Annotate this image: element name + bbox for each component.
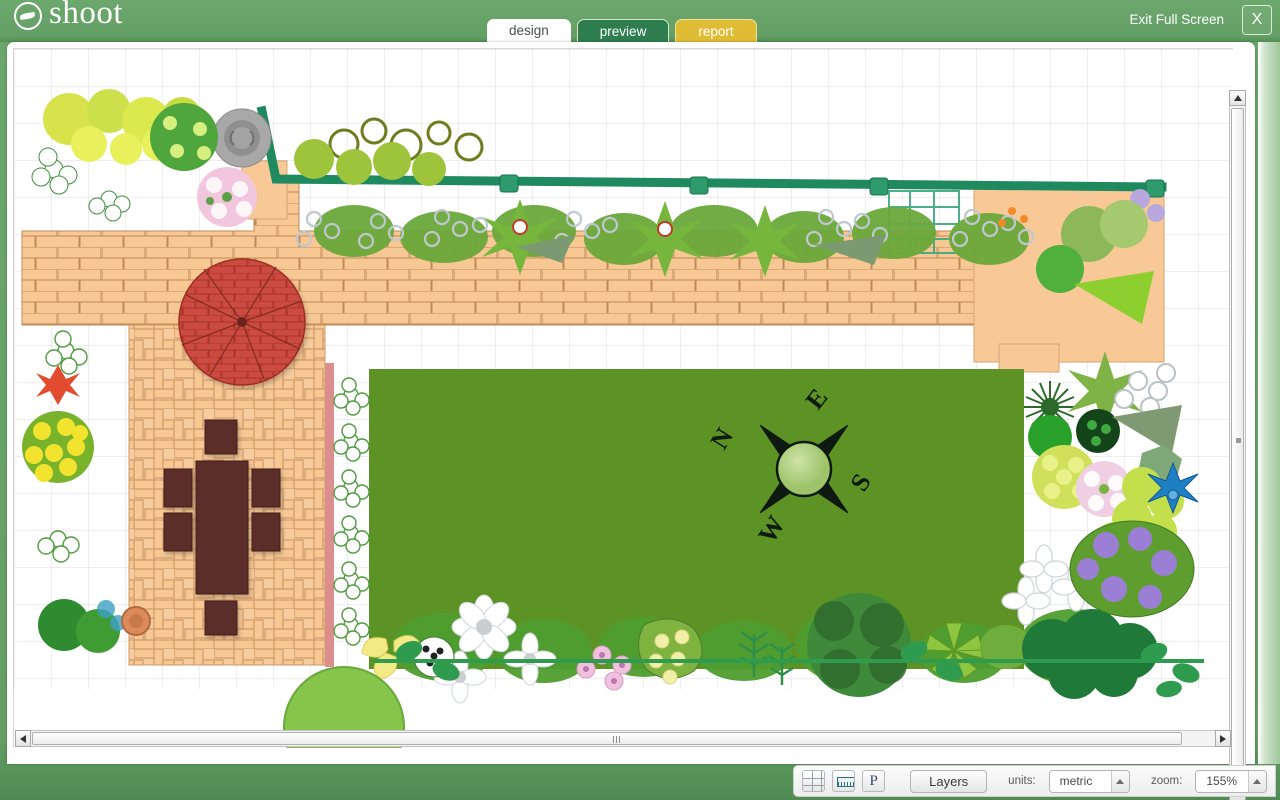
units-dropdown-arrow-icon[interactable] (1111, 771, 1129, 792)
plant-yellow-ball-mass (22, 411, 94, 483)
plant-pink-hydrangea (197, 167, 257, 227)
leaf-circle-icon (14, 2, 42, 30)
bottom-toolbar: P Layers units: metric zoom: 155% (793, 765, 1276, 797)
vertical-scrollbar[interactable] (1229, 90, 1246, 800)
horizontal-scroll-thumb[interactable] (32, 732, 1182, 745)
vertical-scroll-thumb[interactable] (1231, 108, 1244, 768)
scroll-right-button[interactable] (1215, 730, 1231, 747)
tab-report[interactable]: report (675, 19, 756, 42)
tab-design[interactable]: design (487, 19, 571, 42)
plant-label-icon[interactable]: P (862, 770, 885, 792)
plant-purple-mound (1070, 521, 1194, 617)
tab-preview[interactable]: preview (577, 19, 670, 42)
design-panel: N E S W (7, 42, 1255, 764)
scroll-up-button[interactable] (1229, 90, 1246, 106)
zoom-dropdown[interactable]: 155% (1195, 770, 1267, 793)
application-window: shoot design preview report Exit Full Sc… (0, 0, 1280, 800)
exit-fullscreen-button[interactable]: Exit Full Screen (1129, 9, 1224, 31)
plan-viewport[interactable]: N E S W (13, 48, 1233, 748)
horizontal-scrollbar[interactable] (15, 730, 1231, 747)
zoom-label: zoom: (1151, 775, 1182, 787)
plant-dark-spiky (1076, 409, 1120, 453)
units-label: units: (1008, 775, 1036, 787)
plant-dark-green-sw (38, 599, 126, 653)
layers-button[interactable]: Layers (910, 770, 987, 793)
hedge-strip (325, 363, 334, 667)
logo-text: shoot (49, 0, 123, 30)
zoom-dropdown-arrow-icon[interactable] (1248, 771, 1266, 792)
units-value: metric (1050, 771, 1111, 792)
garden-plan-canvas[interactable]: N E S W (14, 49, 1233, 748)
tab-bar: design preview report (487, 19, 757, 42)
scroll-left-button[interactable] (15, 730, 31, 747)
grid-icon[interactable] (802, 770, 825, 792)
red-maple-canopy (179, 259, 305, 385)
app-header: shoot design preview report Exit Full Sc… (0, 0, 1280, 42)
app-logo[interactable]: shoot (14, 1, 123, 30)
units-dropdown[interactable]: metric (1049, 770, 1130, 793)
plant-dotted-green (150, 103, 218, 171)
zoom-value: 155% (1196, 771, 1247, 792)
terracotta-pot (122, 607, 150, 635)
right-edge-gradient (1258, 42, 1280, 764)
close-icon[interactable]: X (1242, 5, 1272, 35)
stone-feature (213, 109, 271, 167)
ruler-icon[interactable] (832, 770, 855, 792)
plant-dark-shrub (807, 593, 911, 697)
